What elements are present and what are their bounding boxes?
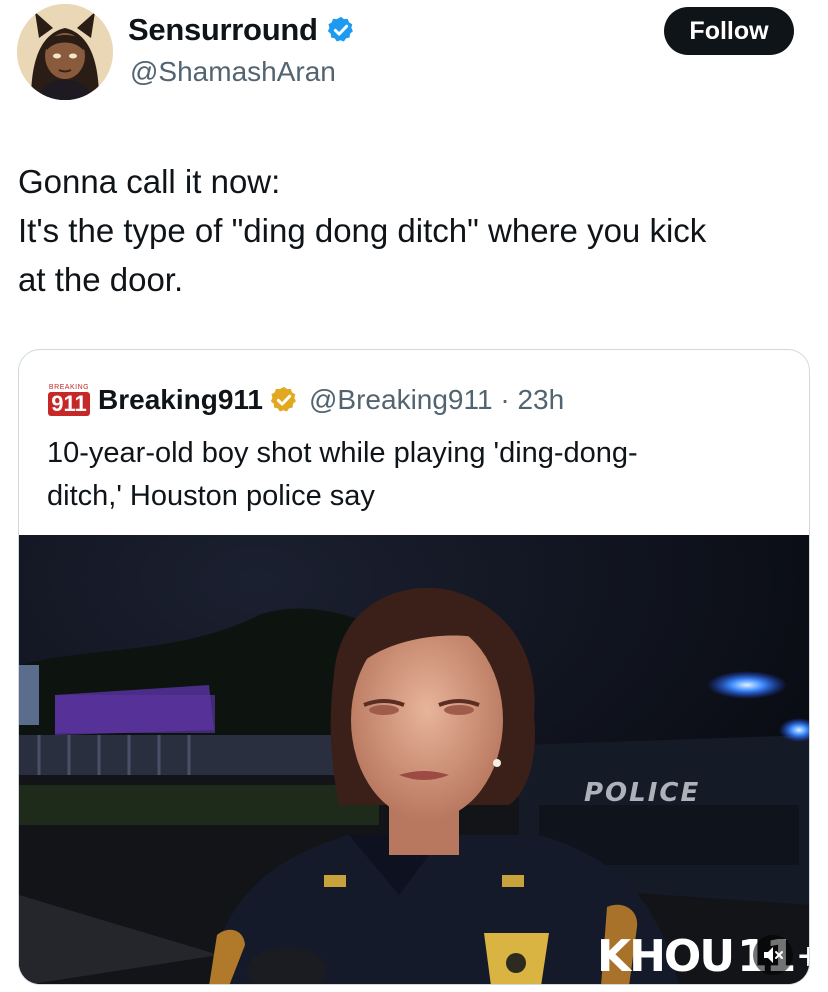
verified-gold-badge-icon: [270, 386, 296, 412]
speaker-muted-icon: [764, 947, 783, 963]
tweet-text-line: at the door.: [18, 261, 184, 298]
police-car-label: POLICE: [584, 778, 701, 808]
quoted-text-line: ditch,' Houston police say: [47, 480, 375, 512]
tweet-text-line: Gonna call it now:: [18, 163, 281, 200]
mute-icon[interactable]: [753, 935, 793, 975]
avatar-illustration: [17, 4, 113, 100]
avatar[interactable]: [17, 4, 113, 100]
tweet-text-line: It's the type of "ding dong ditch" where…: [18, 212, 707, 249]
channel-plus: +: [796, 939, 809, 974]
author-display-name[interactable]: Sensurround: [128, 12, 318, 48]
channel-logo-text: KHOU: [597, 931, 735, 982]
quoted-handle-time: @Breaking911 · 23h: [309, 384, 565, 415]
author-name-row: Sensurround: [128, 12, 356, 48]
quoted-media-video[interactable]: POLICE KHOU 11 +: [19, 535, 809, 984]
tweet-text: Gonna call it now: It's the type of "din…: [18, 157, 818, 304]
quoted-author-name[interactable]: Breaking911: [98, 384, 263, 416]
follow-button[interactable]: Follow: [664, 7, 794, 55]
quoted-tweet-header: BREAKING 911 Breaking911 @Breaking911 · …: [46, 380, 564, 420]
quoted-text-line: 10-year-old boy shot while playing 'ding…: [47, 437, 638, 469]
logo-big-text: 911: [48, 392, 90, 416]
quoted-tweet-text: 10-year-old boy shot while playing 'ding…: [47, 432, 787, 518]
breaking911-logo: BREAKING 911: [46, 382, 92, 418]
news-video-frame: [19, 535, 809, 984]
tweet-page: Sensurround @ShamashAran Follow Gonna ca…: [0, 0, 828, 992]
quoted-tweet-card[interactable]: BREAKING 911 Breaking911 @Breaking911 · …: [18, 349, 810, 985]
verified-badge-icon: [327, 16, 353, 42]
author-handle[interactable]: @ShamashAran: [130, 56, 336, 88]
